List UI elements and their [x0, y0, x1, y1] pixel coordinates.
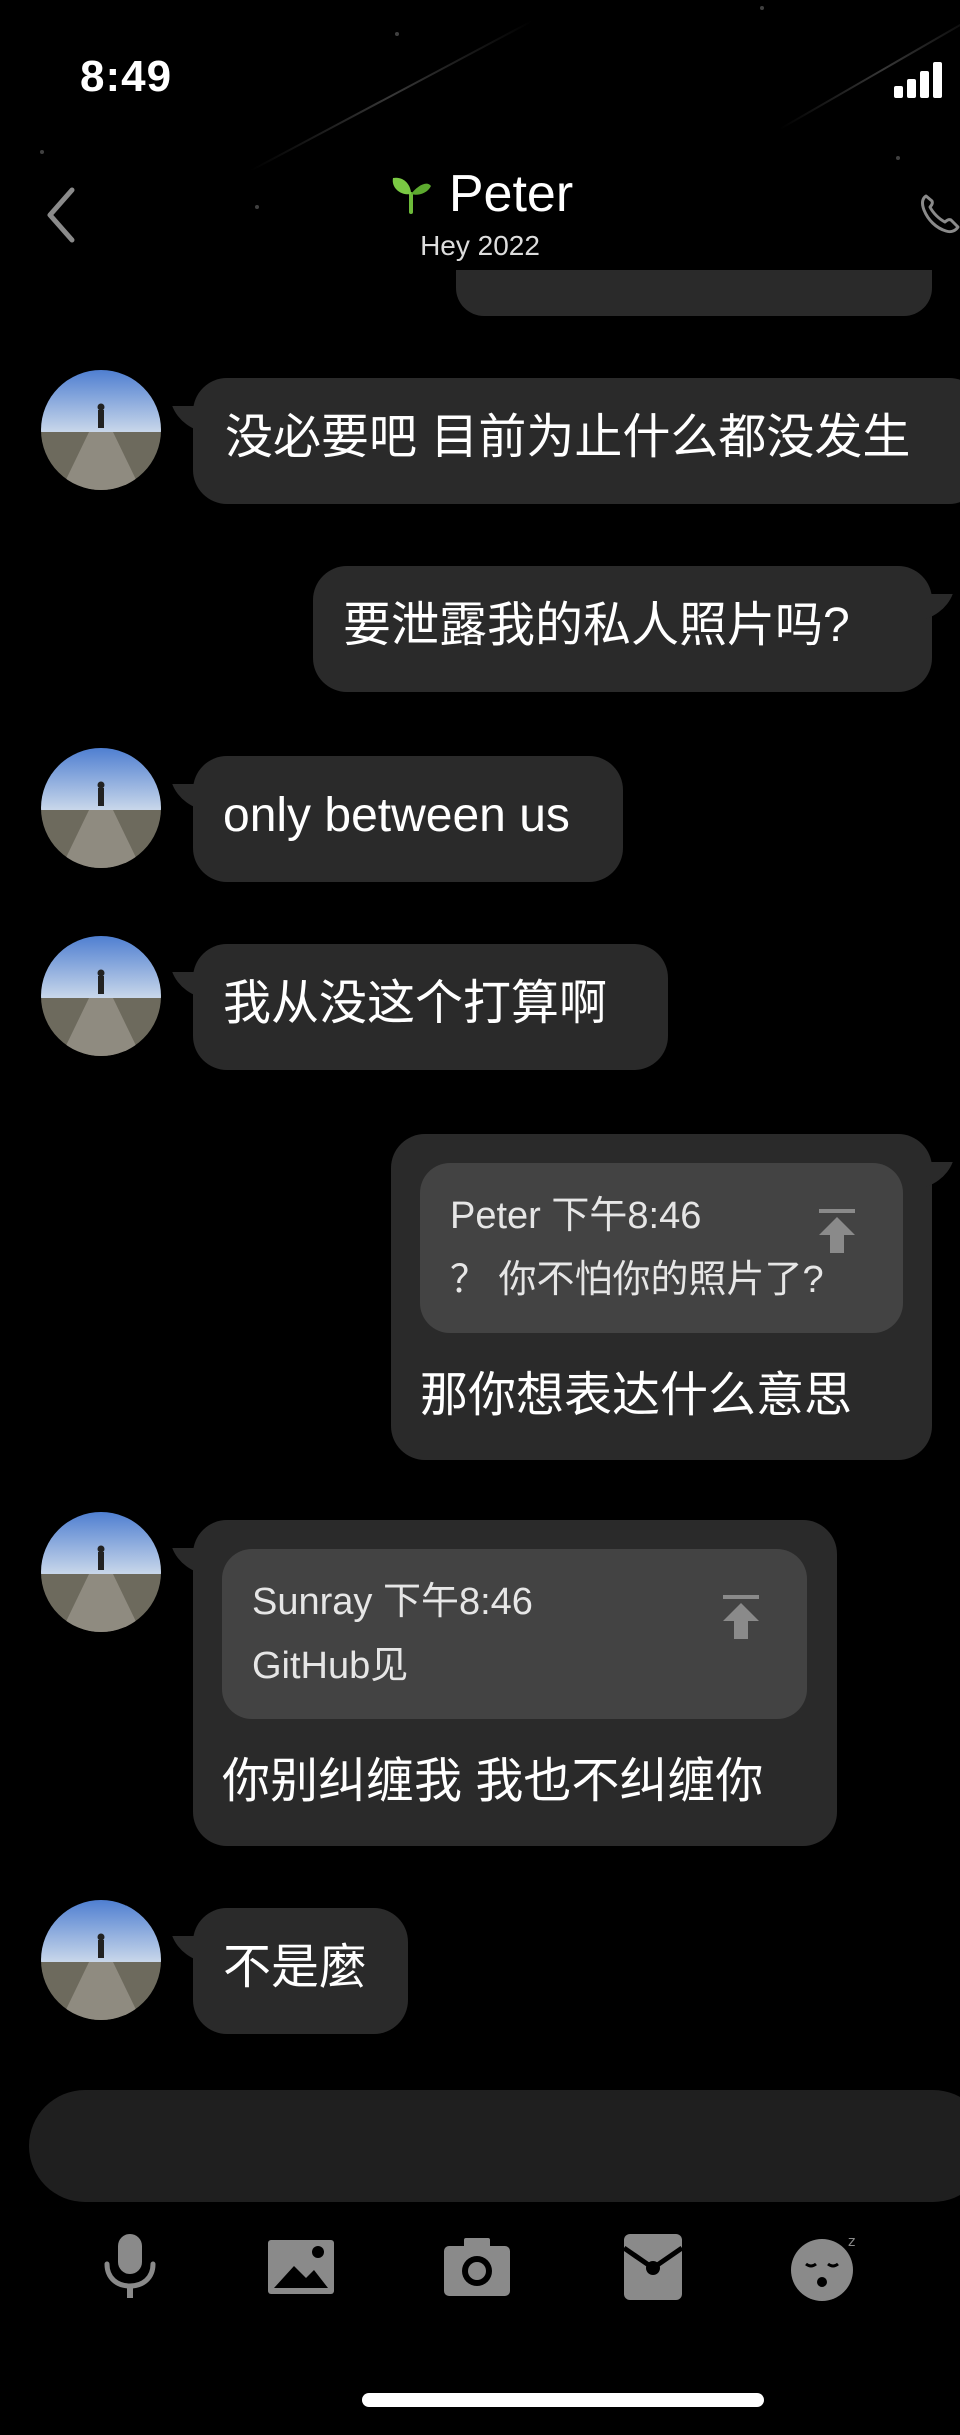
contact-status: Hey 2022: [420, 230, 540, 261]
background-streak: [249, 19, 534, 172]
background-star: [760, 6, 764, 10]
message-bubble[interactable]: 不是麼: [193, 1908, 408, 2034]
quoted-message[interactable]: Sunray 下午8:46 GitHub见: [222, 1549, 807, 1719]
sprout-icon: [392, 177, 431, 214]
red-packet-icon[interactable]: [618, 2232, 688, 2302]
message-bubble[interactable]: Peter 下午8:46 ？ 你不怕你的照片了? 那你想表达什么意思: [391, 1134, 932, 1460]
message-bubble-partial[interactable]: [456, 270, 932, 316]
background-star: [395, 32, 399, 36]
message-input[interactable]: [29, 2090, 960, 2202]
background-star: [896, 156, 900, 160]
camera-icon[interactable]: [442, 2232, 512, 2302]
image-icon[interactable]: [266, 2232, 336, 2302]
message-text: 我从没这个打算啊: [223, 977, 608, 1030]
background-star: [40, 150, 44, 154]
quoted-text: ？ 你不怕你的照片了?: [450, 1259, 824, 1301]
signal-icon: [894, 62, 944, 98]
message-text: 你别纠缠我 我也不纠缠你: [222, 1755, 764, 1808]
avatar[interactable]: [41, 1512, 161, 1632]
message-bubble[interactable]: 我从没这个打算啊: [193, 944, 668, 1070]
message-text: 要泄露我的私人照片吗?: [343, 599, 850, 652]
status-time: 8:49: [80, 52, 173, 101]
quoted-sender-time: Sunray 下午8:46: [252, 1581, 533, 1623]
quoted-sender-time: Peter 下午8:46: [450, 1195, 702, 1237]
svg-text:z: z: [848, 2234, 855, 2250]
microphone-icon[interactable]: [95, 2232, 165, 2302]
avatar[interactable]: [41, 936, 161, 1056]
avatar[interactable]: [41, 1900, 161, 2020]
scroll-to-top-icon[interactable]: [719, 1593, 763, 1641]
emoji-icon[interactable]: z: [786, 2232, 866, 2302]
home-indicator[interactable]: [362, 2393, 764, 2407]
quoted-message[interactable]: Peter 下午8:46 ？ 你不怕你的照片了?: [420, 1163, 903, 1333]
message-bubble[interactable]: 没必要吧 目前为止什么都没发生: [193, 378, 960, 504]
message-bubble[interactable]: 要泄露我的私人照片吗?: [313, 566, 932, 692]
message-text: 那你想表达什么意思: [420, 1369, 853, 1422]
quoted-text: GitHub见: [252, 1645, 409, 1687]
message-text: only between us: [223, 789, 570, 842]
message-bubble[interactable]: only between us: [193, 756, 623, 882]
contact-name: Peter: [448, 165, 574, 223]
phone-icon[interactable]: [918, 192, 960, 234]
scroll-to-top-icon[interactable]: [815, 1207, 859, 1255]
chat-header[interactable]: Peter: [0, 164, 960, 224]
message-text: 不是麼: [223, 1941, 368, 1994]
message-bubble[interactable]: Sunray 下午8:46 GitHub见 你别纠缠我 我也不纠缠你: [193, 1520, 837, 1846]
avatar[interactable]: [41, 370, 161, 490]
avatar[interactable]: [41, 748, 161, 868]
message-text: 没必要吧 目前为止什么都没发生: [225, 411, 911, 464]
